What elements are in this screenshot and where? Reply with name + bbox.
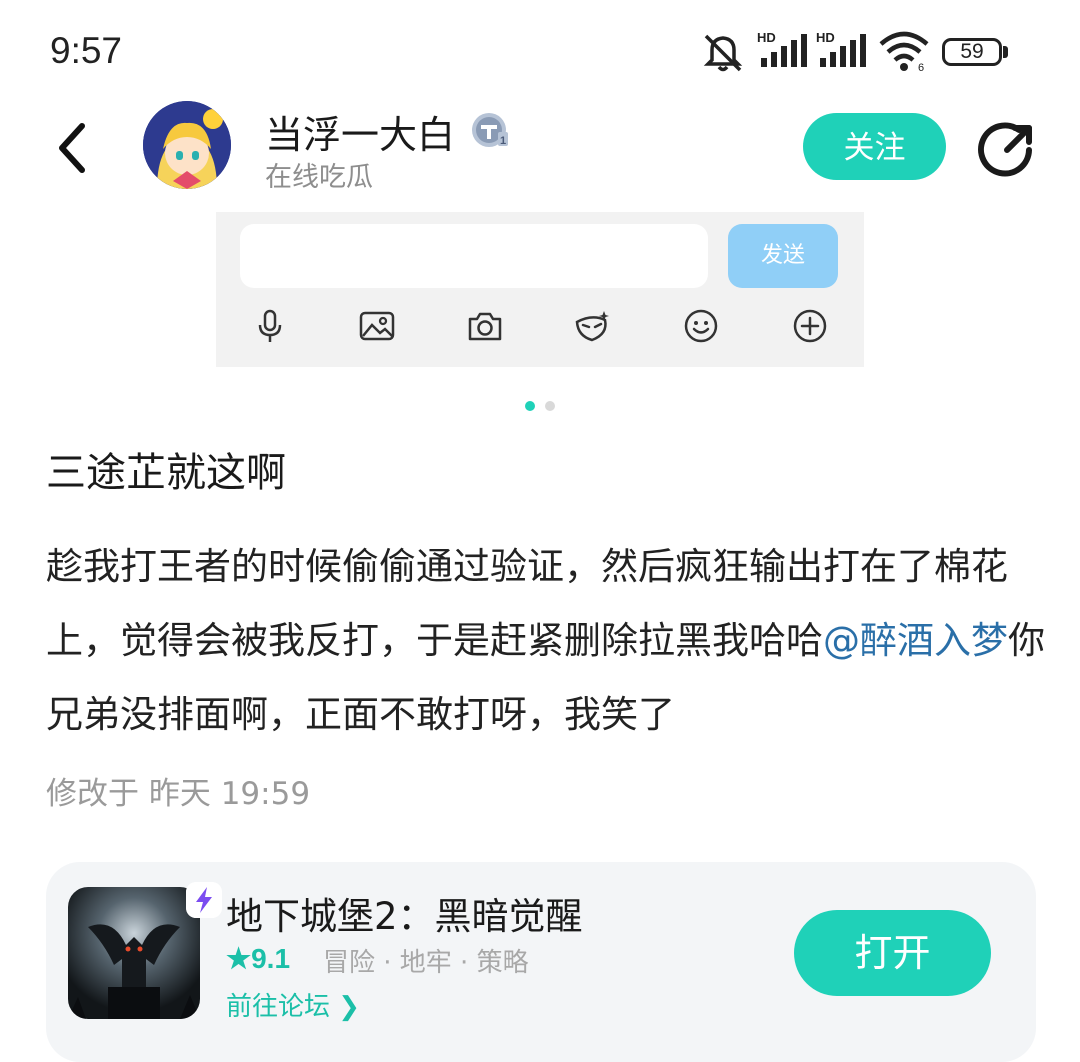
image-icon: [359, 311, 395, 341]
mention-link[interactable]: @醉酒入梦: [823, 619, 1008, 662]
user-avatar[interactable]: [143, 101, 231, 189]
sticker-icon: [575, 311, 609, 342]
back-arrow-icon[interactable]: [52, 120, 96, 176]
embedded-message-input: [240, 224, 708, 288]
signal-icon: HD: [757, 30, 807, 67]
plus-icon: [793, 309, 827, 343]
user-subtitle: 在线吃瓜: [265, 162, 373, 193]
post-edit-time: 修改于 昨天 19:59: [46, 776, 311, 812]
open-game-button[interactable]: 打开: [794, 910, 991, 996]
post-image[interactable]: 发送: [216, 212, 864, 367]
mute-bell-icon: [703, 34, 743, 72]
battery-indicator: 59: [942, 38, 1002, 66]
post-body: 趁我打王者的时候偷偷通过验证，然后疯狂输出打在了棉花上，觉得会被我反打，于是赶紧…: [46, 530, 1046, 752]
carousel-dot[interactable]: [545, 401, 555, 411]
avatar-anime-girl-icon: [143, 101, 231, 189]
game-icon[interactable]: [68, 887, 200, 1019]
camera-icon: [468, 312, 502, 341]
svg-text:6: 6: [918, 62, 924, 72]
battery-tip: [1003, 46, 1008, 58]
follow-button[interactable]: 关注: [803, 113, 946, 180]
embedded-send-button: 发送: [728, 224, 838, 288]
signal-icon: HD: [816, 30, 866, 67]
emoji-icon: [684, 309, 718, 343]
user-level-badge-icon: 1: [472, 113, 508, 147]
username[interactable]: 当浮一大白: [265, 104, 455, 159]
carousel-dot-active[interactable]: [525, 401, 535, 411]
post-title: 三途芷就这啊: [46, 450, 286, 496]
status-time: 9:57: [50, 30, 123, 71]
wifi-icon: 6: [879, 31, 929, 72]
game-dark-demon-icon: [68, 887, 200, 1019]
game-rating: ★9.1: [226, 943, 291, 974]
forum-link[interactable]: 前往论坛 ❯: [226, 986, 360, 1023]
signal-hd-label: HD: [816, 30, 835, 45]
signal-hd-label: HD: [757, 30, 776, 45]
microphone-icon: [258, 309, 282, 342]
lightning-badge-icon: [186, 882, 222, 918]
game-name[interactable]: 地下城堡2：黑暗觉醒: [226, 886, 583, 940]
game-tags: 冒险 · 地牢 · 策略: [323, 948, 529, 978]
share-icon[interactable]: [977, 120, 1037, 180]
game-card[interactable]: 地下城堡2：黑暗觉醒 ★9.1 冒险 · 地牢 · 策略 前往论坛 ❯ 打开: [46, 862, 1036, 1062]
svg-text:1: 1: [500, 135, 506, 147]
